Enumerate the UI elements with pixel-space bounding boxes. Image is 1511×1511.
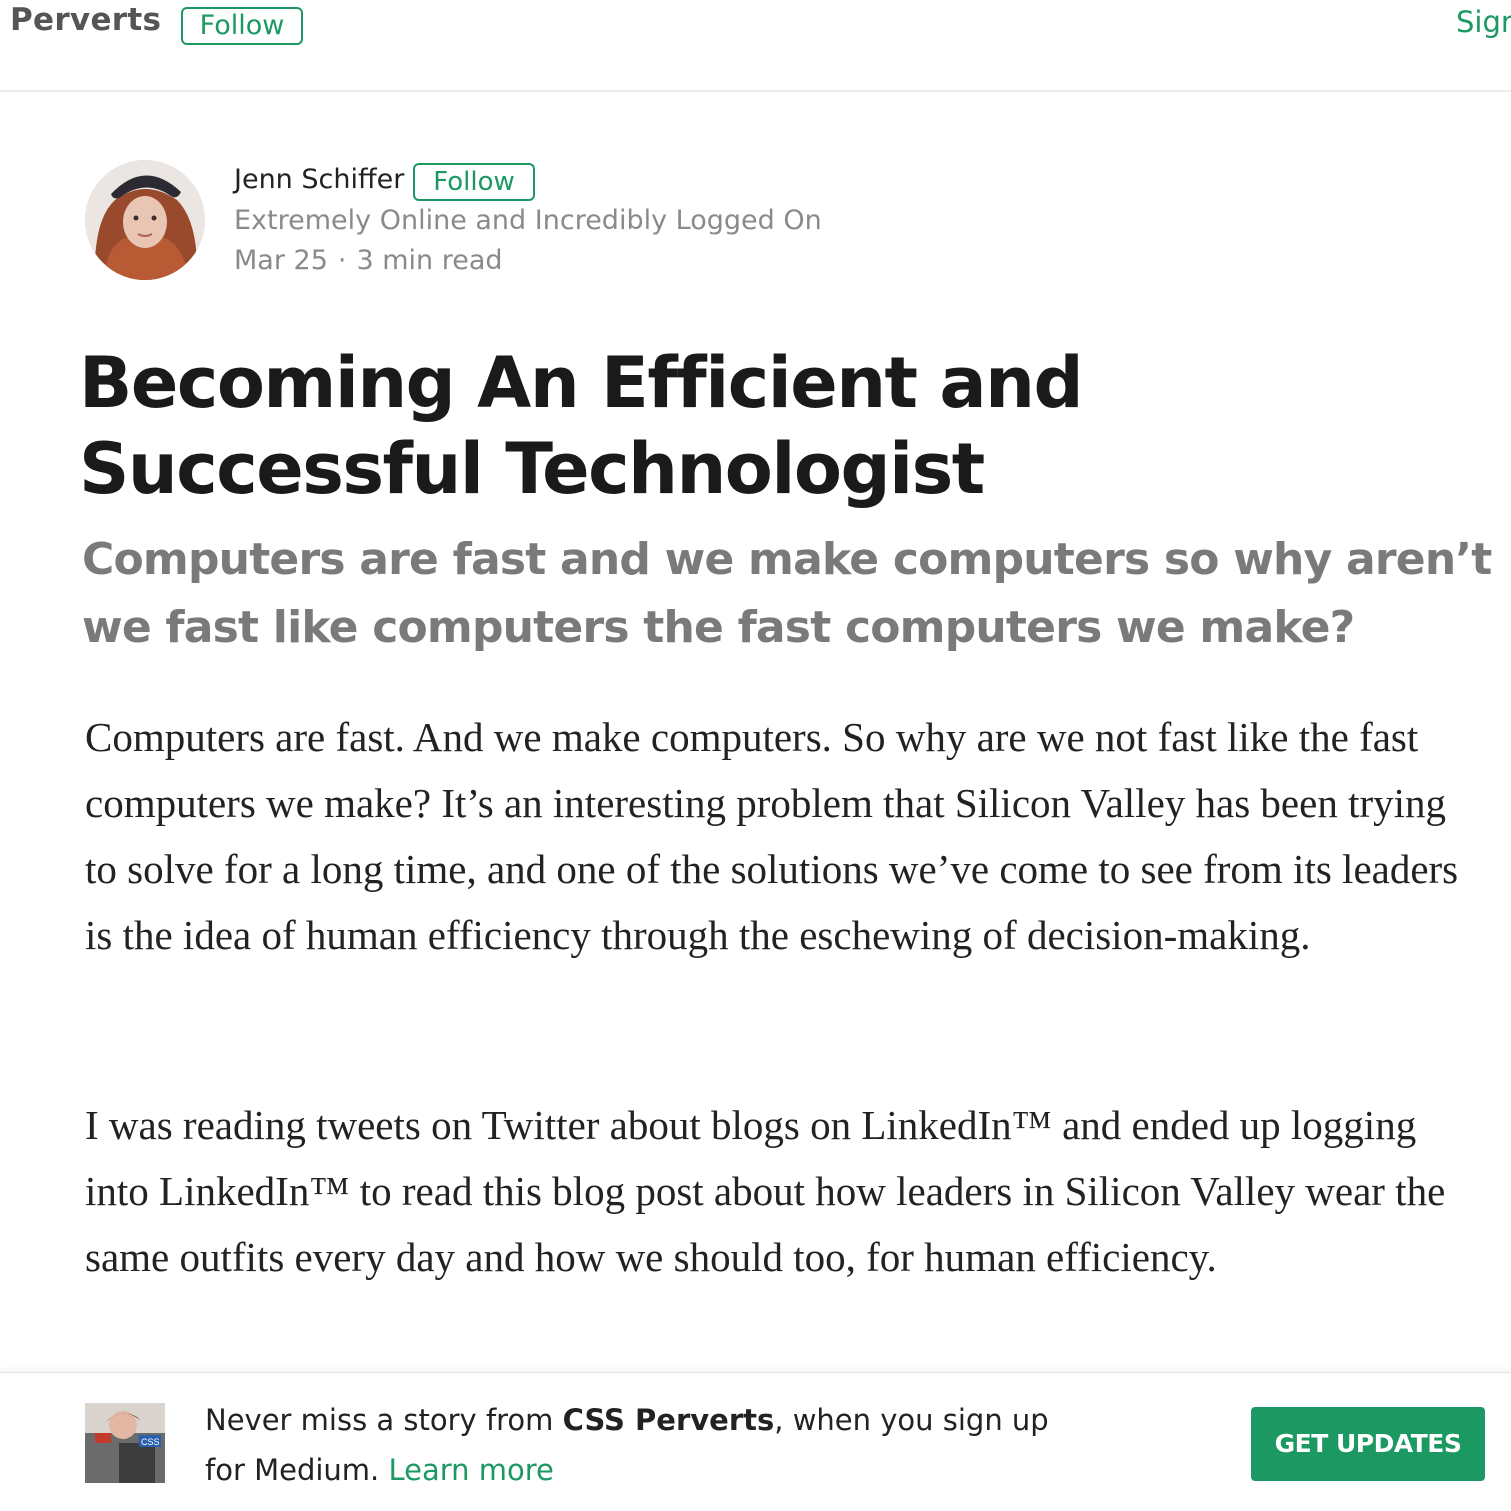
author-name-link[interactable]: Jenn Schiffer xyxy=(234,164,404,195)
article-paragraph: Computers are fast. And we make computer… xyxy=(85,714,1459,958)
learn-more-link[interactable]: Learn more xyxy=(389,1453,554,1487)
post-date[interactable]: Mar 25 xyxy=(234,245,328,276)
article-paragraph: I was reading tweets on Twitter about bl… xyxy=(85,1102,1446,1280)
author-avatar[interactable] xyxy=(85,160,205,280)
publication-thumbnail: CSS xyxy=(85,1403,165,1483)
meta-separator: · xyxy=(337,245,347,276)
post-meta: Mar 25 · 3 min read xyxy=(234,245,503,276)
sign-in-link[interactable]: Sign xyxy=(1456,5,1511,39)
publication-name-link[interactable]: Perverts xyxy=(10,2,161,38)
banner-text-before: Never miss a story from xyxy=(205,1403,563,1437)
avatar-image xyxy=(85,160,205,280)
publication-logo-icon: CSS xyxy=(85,1403,165,1483)
get-updates-button[interactable]: GET UPDATES xyxy=(1251,1407,1485,1481)
banner-message: Never miss a story from CSS Perverts, wh… xyxy=(205,1395,1065,1495)
top-nav-bar: Perverts Follow Sign xyxy=(0,0,1511,92)
follow-publication-button[interactable]: Follow xyxy=(181,7,303,45)
thumb-css-label: CSS xyxy=(141,1437,160,1447)
read-time: 3 min read xyxy=(356,245,503,276)
author-bio: Extremely Online and Incredibly Logged O… xyxy=(234,205,822,236)
article-subtitle: Computers are fast and we make computers… xyxy=(82,534,1492,653)
follow-author-button[interactable]: Follow xyxy=(413,163,535,201)
banner-publication-name: CSS Perverts xyxy=(562,1403,775,1437)
article-title: Becoming An Efficient and Successful Tec… xyxy=(79,342,1084,510)
signup-banner: CSS Never miss a story from CSS Perverts… xyxy=(0,1372,1511,1511)
